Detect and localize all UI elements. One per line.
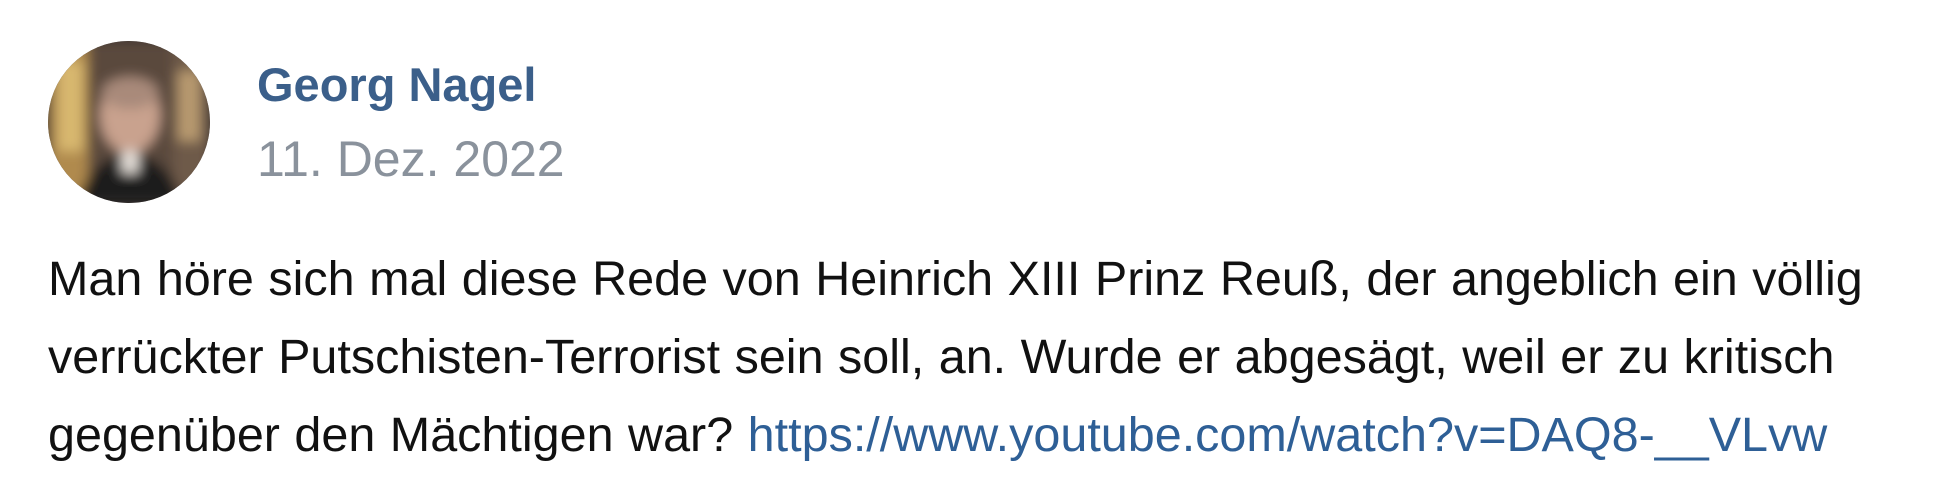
author-name[interactable]: Georg Nagel bbox=[257, 58, 536, 112]
youtube-link[interactable]: https://www.youtube.com/watch?v=DAQ8-__V… bbox=[748, 408, 1828, 462]
post-text-line-2: verrückter Putschisten-Terrorist sein so… bbox=[48, 330, 1835, 384]
avatar[interactable] bbox=[48, 41, 210, 203]
post-text-line-1: Man höre sich mal diese Rede von Heinric… bbox=[48, 252, 1863, 306]
post-date[interactable]: 11. Dez. 2022 bbox=[257, 131, 565, 189]
social-post: Georg Nagel 11. Dez. 2022 Man höre sich … bbox=[0, 0, 1944, 486]
post-text-line-3: gegenüber den Mächtigen war? bbox=[48, 408, 734, 462]
post-text: Man höre sich mal diese Rede von Heinric… bbox=[48, 240, 1928, 474]
avatar-photo-image bbox=[48, 41, 210, 203]
